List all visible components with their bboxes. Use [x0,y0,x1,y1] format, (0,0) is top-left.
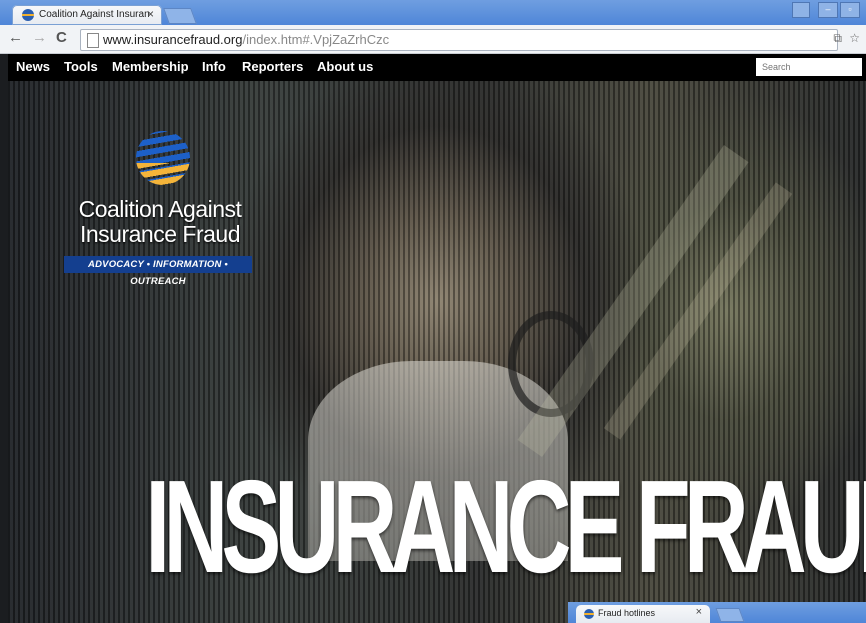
toolbar-actions: ⧉ ☆ [829,31,860,46]
tab-title: Coalition Against Insuranc [39,9,149,20]
url-path: /index.htm#.VpjZaZrhCzc [242,32,390,47]
tab-close-icon[interactable]: × [147,7,154,21]
nav-info[interactable]: Info [202,59,226,74]
translate-icon[interactable]: ⧉ [833,31,842,45]
search-input[interactable] [756,58,862,76]
back-button[interactable]: ← [8,29,23,46]
maximize-button[interactable]: ▫ [840,2,860,18]
new-tab-button[interactable] [163,8,197,24]
logo-tagline: ADVOCACY • INFORMATION • OUTREACH [64,256,252,287]
browser-tab-active[interactable]: Coalition Against Insuranc × [12,5,162,25]
nav-reporters[interactable]: Reporters [242,59,303,74]
logo-name: Coalition Against Insurance Fraud [60,197,260,247]
hero-banner: Coalition Against Insurance Fraud ADVOCA… [8,81,866,623]
logo-line-1: Coalition Against [78,196,242,222]
tab-close-icon[interactable]: × [696,606,702,618]
page-icon [87,33,99,48]
site-nav-bar: News Tools Membership Info Reporters Abo… [8,54,866,81]
reload-button[interactable]: C [56,29,67,46]
forward-button[interactable]: → [32,29,47,46]
user-profile-icon[interactable] [792,2,810,18]
window-controls: – ▫ [792,2,860,18]
nav-about-us[interactable]: About us [317,59,373,74]
site-favicon-icon [584,609,594,619]
nav-tools[interactable]: Tools [64,59,98,74]
globe-logo-icon [136,131,190,185]
browser-titlebar: Coalition Against Insuranc × – ▫ [0,0,866,25]
new-tab-button[interactable] [715,608,745,622]
minimize-button[interactable]: – [818,2,838,18]
second-tab-title: Fraud hotlines [598,608,656,618]
logo-line-2: Insurance Fraud [80,221,240,247]
second-window-tabbar: Fraud hotlines × [568,602,866,623]
second-window-tab[interactable]: Fraud hotlines × [576,605,710,623]
browser-toolbar: ← → C www.insurancefraud.org/index.htm#.… [0,25,866,54]
nav-membership[interactable]: Membership [112,59,189,74]
url-host: www.insurancefraud.org [103,32,243,47]
site-favicon-icon [22,9,34,21]
hero-headline: INSURANCE FRAUD [145,453,866,600]
bookmark-star-icon[interactable]: ☆ [849,31,860,45]
nav-news[interactable]: News [16,59,50,74]
url-text: www.insurancefraud.org/index.htm#.VpjZaZ… [103,32,389,47]
address-bar[interactable]: www.insurancefraud.org/index.htm#.VpjZaZ… [80,29,838,51]
